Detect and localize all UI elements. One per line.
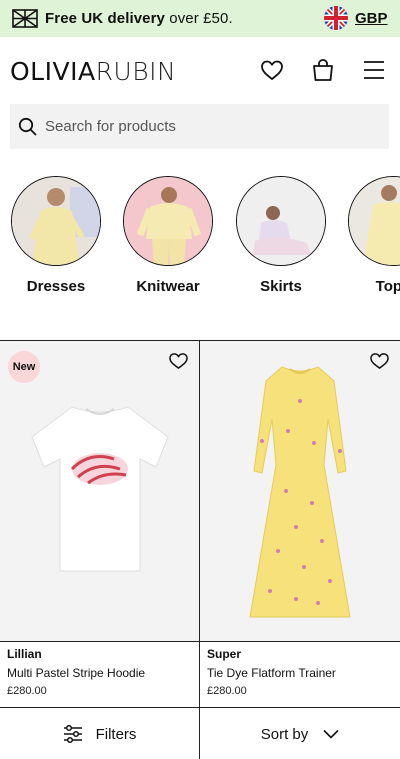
new-badge: New [8, 351, 40, 383]
category-carousel: Dresses Knitwear Skirts Top [0, 172, 400, 297]
hamburger-icon[interactable] [361, 57, 387, 83]
search-input[interactable] [45, 104, 375, 149]
site-logo[interactable]: OLIVIARUBIN [10, 58, 176, 86]
product-name[interactable]: Multi Pastel Stripe Hoodie [7, 666, 145, 680]
filters-label: Filters [95, 725, 137, 743]
heart-icon[interactable] [259, 57, 285, 83]
category-knitwear[interactable]: Knitwear [112, 176, 224, 295]
category-image [348, 176, 400, 266]
product-card[interactable]: New Lillian Multi Pastel Stripe Hoodie £… [0, 341, 200, 708]
search-icon [18, 117, 37, 136]
logo-right: RUBIN [95, 57, 177, 86]
search-bar [10, 104, 389, 149]
category-skirts[interactable]: Skirts [225, 176, 337, 295]
promo-text: Free UK delivery over £50. [45, 10, 233, 27]
category-label: Skirts [260, 278, 302, 295]
sort-button[interactable]: Sort by [200, 708, 400, 759]
heart-icon[interactable] [168, 351, 189, 370]
product-price: £280.00 [207, 685, 247, 697]
product-image: New [0, 341, 199, 642]
product-name[interactable]: Tie Dye Flatform Trainer [207, 666, 336, 680]
category-tops[interactable]: Tops [337, 176, 400, 295]
promo-text-bold: Free UK delivery [45, 10, 165, 27]
category-dresses[interactable]: Dresses [0, 176, 112, 295]
product-card[interactable]: Super Tie Dye Flatform Trainer £280.00 [200, 341, 400, 708]
category-image [11, 176, 101, 266]
bottom-toolbar: Filters Sort by [0, 707, 400, 759]
product-grid: New Lillian Multi Pastel Stripe Hoodie £… [0, 340, 400, 708]
logo-left: OLIVIA [10, 57, 96, 86]
product-price: £280.00 [7, 685, 47, 697]
product-brand: Super [207, 647, 242, 661]
promo-bar: Free UK delivery over £50. GBP [0, 0, 400, 37]
bag-icon[interactable] [310, 57, 336, 83]
promo-text-rest: over £50. [165, 10, 233, 27]
uk-flag-icon[interactable] [324, 6, 348, 30]
category-label: Tops [375, 278, 400, 295]
sliders-icon [63, 725, 82, 743]
category-label: Knitwear [136, 278, 200, 295]
chevron-down-icon [323, 729, 339, 739]
heart-icon[interactable] [369, 351, 390, 370]
category-image [236, 176, 326, 266]
product-brand: Lillian [7, 647, 42, 661]
currency-selector[interactable]: GBP [355, 10, 388, 27]
site-header: OLIVIARUBIN [0, 37, 400, 103]
filters-button[interactable]: Filters [0, 708, 200, 759]
product-image [200, 341, 400, 642]
category-image [123, 176, 213, 266]
ship-flag-icon [12, 9, 38, 28]
category-label: Dresses [26, 278, 86, 295]
sort-label: Sort by [260, 725, 309, 743]
